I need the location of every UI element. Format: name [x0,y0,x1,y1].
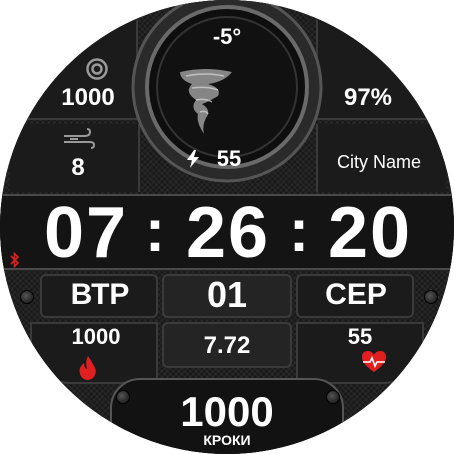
month: СЕР [325,278,387,311]
screw [326,390,340,404]
calories-value: 1000 [71,324,121,349]
distance-value: 7.72 [203,332,251,359]
time-hours: 07 [43,193,129,273]
steps-label: КРОКИ [203,432,251,448]
time-minutes: 26 [185,193,271,273]
city-name: City Name [336,152,421,172]
dial: -5° 55 1000 97% 8 City Name 07 : 26 : 20… [0,0,454,454]
screw [20,290,34,304]
tornado-icon [180,69,232,134]
flame-icon [79,356,96,380]
target-icon [86,58,108,80]
wind-value: 8 [71,154,85,181]
watch-face: -5° 55 1000 97% 8 City Name 07 : 26 : 20… [0,0,454,454]
wind-icon [64,128,96,149]
lightning-bolt-icon [187,150,199,168]
day-number: 01 [206,274,248,315]
weekday: ВТР [70,278,130,311]
heart-rate-value: 55 [347,324,373,349]
time-seconds: 20 [327,193,413,273]
bluetooth-icon [10,251,20,269]
steps-value: 1000 [180,388,274,435]
upper-left-value: 1000 [61,84,115,111]
screw [116,390,130,404]
heart-rate-icon [362,351,386,372]
charge-value: 55 [216,146,242,171]
temperature-value: -5° [212,24,242,49]
screw [424,290,438,304]
upper-right-value: 97% [343,84,393,111]
